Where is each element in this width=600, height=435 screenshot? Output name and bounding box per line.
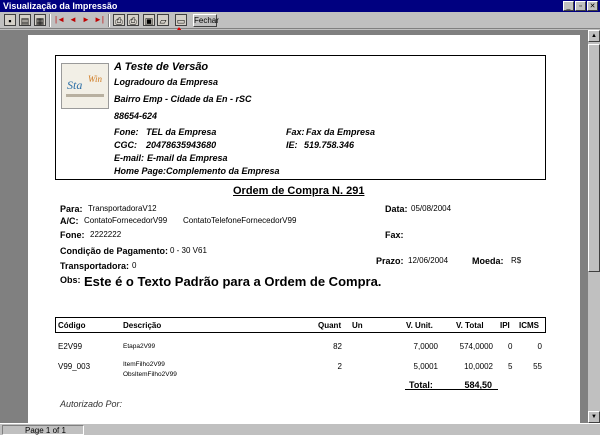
ac-label: A/C:: [60, 216, 79, 226]
row1-descricao: Etapa2V99: [123, 343, 156, 350]
row2-icms: 55: [533, 362, 542, 371]
close-window-button[interactable]: ✕: [587, 1, 598, 11]
authorized-by: Autorizado Por:: [60, 399, 123, 409]
toolbar-separator: [49, 14, 51, 27]
minimize-button[interactable]: _: [563, 1, 574, 11]
scroll-thumb[interactable]: [588, 44, 600, 272]
page-indicator: Page 1 of 1: [2, 425, 84, 435]
company-name: A Teste de Versão: [114, 61, 209, 73]
cgc-label: CGC:: [114, 140, 137, 150]
row1-quant: 82: [333, 342, 342, 351]
company-header-box: Sta Win A Teste de Versão Logradouro da …: [55, 55, 546, 180]
row1-vtotal: 574,0000: [459, 342, 493, 351]
open-icon[interactable]: ▱: [157, 14, 169, 26]
cond-label: Condição de Pagamento:: [60, 246, 169, 256]
obs-text: Este é o Texto Padrão para a Ordem de Co…: [84, 274, 382, 289]
row1-icms: 0: [537, 342, 542, 351]
company-zip: 88654-624: [114, 111, 158, 121]
col-codigo: Código: [58, 321, 86, 330]
company-homepage: Complemento da Empresa: [166, 166, 280, 176]
page-icon[interactable]: ▭: [175, 14, 187, 26]
data-label: Data:: [385, 204, 408, 214]
col-vunit: V. Unit.: [406, 321, 433, 330]
row2-quant: 2: [337, 362, 342, 371]
row1-ipi: 0: [508, 342, 513, 351]
last-page-icon[interactable]: ►|: [93, 14, 105, 26]
col-icms: ICMS: [519, 321, 539, 330]
company-logo: Sta Win: [61, 63, 109, 109]
ac-contact: ContatoFornecedorV99: [84, 216, 168, 225]
fone-label: Fone:: [60, 230, 85, 240]
data-value: 05/08/2004: [411, 204, 452, 213]
status-bar: Page 1 of 1: [0, 423, 600, 435]
window-controls: _ ▫ ✕: [563, 1, 598, 11]
row1-codigo: E2V99: [58, 342, 83, 351]
fax-order-label: Fax:: [385, 230, 404, 240]
company-street: Logradouro da Empresa: [114, 77, 219, 87]
prev-page-icon[interactable]: ◄: [67, 14, 79, 26]
close-preview-button[interactable]: Fechar: [193, 14, 219, 27]
company-fax: Fax da Empresa: [306, 127, 376, 137]
row2-descricao-obs: ObsItemFilho2V99: [123, 371, 177, 378]
row1-vunit: 7,0000: [413, 342, 438, 351]
window-title: Visualização da Impressão: [3, 1, 118, 11]
toolbar-separator: [108, 14, 110, 27]
toolbar: ▪ ▤ ▦ |◄ ◄ ► ►| ⎙ ⎙ ▣ ▱ ▭ Fechar: [0, 12, 600, 29]
prazo-label: Prazo:: [376, 256, 404, 266]
transp-value: 0: [132, 261, 137, 270]
row2-codigo: V99_003: [58, 362, 91, 371]
report-page: Sta Win A Teste de Versão Logradouro da …: [28, 35, 580, 423]
page-width-icon[interactable]: ▤: [19, 14, 31, 26]
company-phone: TEL da Empresa: [146, 127, 217, 137]
company-ie: 519.758.346: [304, 140, 355, 150]
ac-phone: ContatoTelefoneFornecedorV99: [183, 216, 297, 225]
preview-viewport[interactable]: Sta Win A Teste de Versão Logradouro da …: [0, 30, 588, 423]
company-email: E-mail da Empresa: [147, 153, 228, 163]
save-icon[interactable]: ▣: [143, 14, 155, 26]
order-title: Ordem de Compra N. 291: [233, 185, 365, 197]
print-icon[interactable]: ⎙: [127, 14, 139, 26]
obs-label: Obs:: [60, 275, 81, 285]
transp-label: Transportadora:: [60, 261, 130, 271]
first-page-icon[interactable]: |◄: [54, 14, 66, 26]
row2-vunit: 5,0001: [413, 362, 438, 371]
phone-label: Fone:: [114, 127, 139, 137]
vertical-scrollbar[interactable]: ▲ ▼: [588, 30, 600, 423]
col-descricao: Descrição: [123, 321, 162, 330]
col-quant: Quant: [318, 321, 342, 330]
page-zoom-icon[interactable]: ▦: [34, 14, 46, 26]
cond-value: 0 - 30 V61: [170, 246, 207, 255]
total-value: 584,50: [464, 380, 492, 390]
prazo-value: 12/06/2004: [408, 256, 449, 265]
ie-label: IE:: [286, 140, 298, 150]
company-cgc: 20478635943680: [146, 140, 217, 150]
print-setup-icon[interactable]: ⎙: [113, 14, 125, 26]
col-un: Un: [352, 321, 363, 330]
para-label: Para:: [60, 204, 83, 214]
company-city: Bairro Emp - Cidade da En - rSC: [114, 94, 252, 104]
fone-value: 2222222: [90, 230, 122, 239]
email-label: E-mail:: [114, 153, 145, 163]
total-label: Total:: [409, 380, 433, 390]
moeda-value: R$: [511, 256, 522, 265]
maximize-button[interactable]: ▫: [575, 1, 586, 11]
moeda-label: Moeda:: [472, 256, 504, 266]
scroll-up-icon[interactable]: ▲: [588, 30, 600, 42]
homepage-label: Home Page:: [114, 166, 167, 176]
page-fit-icon[interactable]: ▪: [4, 14, 16, 26]
row2-vtotal: 10,0002: [464, 362, 493, 371]
col-ipi: IPI: [500, 321, 510, 330]
para-value: TransportadoraV12: [88, 204, 157, 213]
row2-descricao: ItemFilho2V99: [123, 361, 165, 368]
table-header-rule: [55, 332, 546, 333]
row2-ipi: 5: [508, 362, 513, 371]
scroll-down-icon[interactable]: ▼: [588, 411, 600, 423]
fax-label: Fax:: [286, 127, 305, 137]
col-vtotal: V. Total: [456, 321, 484, 330]
next-page-icon[interactable]: ►: [80, 14, 92, 26]
title-bar: Visualização da Impressão _ ▫ ✕: [0, 0, 600, 12]
